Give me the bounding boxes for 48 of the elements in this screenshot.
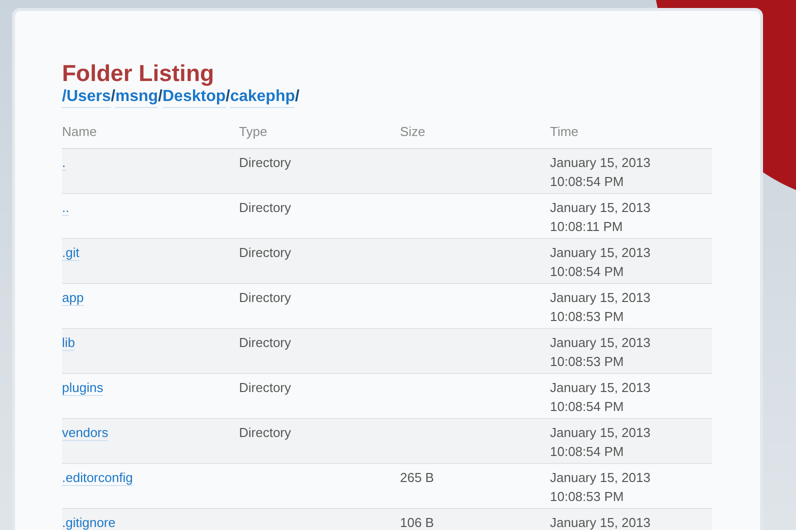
page-title: Folder Listing (62, 59, 216, 87)
size-cell: 106 B (400, 514, 434, 530)
time-text: 10:08:53 PM (550, 352, 624, 370)
time-text: 10:08:53 PM (550, 308, 624, 326)
time-text: 10:08:54 PM (550, 262, 624, 280)
date-text: January 15, 2013 (550, 468, 650, 486)
type-cell: Directory (239, 200, 292, 214)
column-header: Size (400, 123, 426, 141)
file-link[interactable]: .gitignore (62, 514, 116, 530)
time-text: 10:08:53 PM (550, 488, 624, 506)
date-text: January 15, 2013 (550, 154, 650, 172)
column-header: Type (239, 123, 268, 141)
path-separator: / (158, 87, 162, 107)
date-text: January 15, 2013 (550, 334, 650, 352)
date-text: January 15, 2013 (550, 244, 650, 262)
file-link[interactable]: lib (62, 334, 76, 350)
column-header: Time (550, 123, 580, 141)
type-cell: Directory (239, 334, 292, 350)
time-text: 10:08:11 PM (550, 218, 623, 236)
time-text: 10:08:54 PM (550, 442, 624, 460)
file-link[interactable]: plugins (62, 380, 104, 396)
date-text: January 15, 2013 (550, 378, 650, 396)
file-link[interactable]: vendors (62, 424, 108, 440)
type-cell: Directory (239, 290, 292, 304)
date-text: January 15, 2013 (550, 424, 650, 442)
path-separator: / (226, 87, 230, 107)
date-text: January 15, 2013 (550, 198, 650, 216)
path-separator: / (110, 87, 116, 107)
path-link[interactable]: cakephp (230, 87, 295, 108)
type-cell: Directory (239, 380, 292, 394)
path-link[interactable]: Desktop (162, 87, 226, 108)
path-link[interactable]: msng (115, 87, 158, 108)
time-text: 10:08:54 PM (550, 172, 624, 190)
file-link[interactable]: . (62, 154, 66, 170)
date-text: January 15, 2013 (550, 514, 650, 530)
type-cell: Directory (239, 244, 292, 260)
path-link[interactable]: /Users (62, 87, 111, 108)
date-text: January 15, 2013 (550, 288, 650, 306)
file-link[interactable]: app (62, 290, 84, 306)
file-link[interactable]: .git (62, 244, 80, 260)
time-text: 10:08:54 PM (550, 398, 624, 416)
type-cell: Directory (239, 154, 292, 170)
size-cell: 265 B (400, 470, 434, 484)
file-link[interactable]: .. (62, 200, 70, 216)
file-link[interactable]: .editorconfig (62, 470, 133, 486)
column-header: Name (62, 123, 98, 141)
path-separator: / (295, 87, 300, 107)
type-cell: Directory (239, 424, 292, 440)
